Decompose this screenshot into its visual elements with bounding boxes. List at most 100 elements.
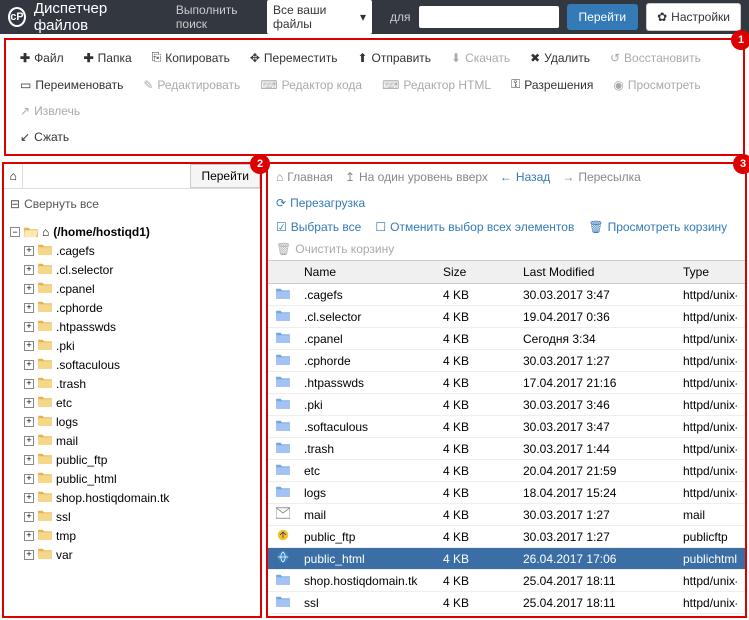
- expand-toggle-icon[interactable]: +: [24, 284, 34, 294]
- tree-node-label: shop.hostiqdomain.tk: [56, 491, 169, 505]
- select-all-button[interactable]: ☑Выбрать все: [276, 220, 361, 234]
- row-name: etc: [304, 464, 443, 478]
- table-row[interactable]: etc4 KB20.04.2017 21:59httpd/unix-: [268, 460, 745, 482]
- extract-button[interactable]: ↗Извлечь: [10, 98, 90, 124]
- search-scope-value: Все ваши файлы: [273, 3, 354, 31]
- nav-up[interactable]: ↥На один уровень вверх: [345, 170, 488, 184]
- tree-node[interactable]: +.trash: [24, 374, 254, 393]
- row-type: httpd/unix-: [683, 288, 737, 302]
- expand-toggle-icon[interactable]: +: [24, 512, 34, 522]
- edit-label: Редактировать: [157, 78, 240, 92]
- table-row[interactable]: .cagefs4 KB30.03.2017 3:47httpd/unix-: [268, 284, 745, 306]
- tree-node[interactable]: +.pki: [24, 336, 254, 355]
- html-editor-button[interactable]: ⌨Редактор HTML: [372, 71, 501, 98]
- move-button[interactable]: ✥Переместить: [240, 44, 348, 71]
- expand-toggle-icon[interactable]: +: [24, 417, 34, 427]
- path-go-button[interactable]: Перейти: [190, 164, 260, 188]
- expand-toggle-icon[interactable]: +: [24, 379, 34, 389]
- settings-button[interactable]: ✿ Настройки: [646, 3, 741, 31]
- search-scope-select[interactable]: Все ваши файлы ▾: [267, 0, 372, 34]
- table-row[interactable]: public_ftp4 KB30.03.2017 1:27publicftp: [268, 526, 745, 548]
- row-icon: [276, 485, 304, 500]
- edit-button[interactable]: ✎Редактировать: [133, 71, 250, 98]
- table-row[interactable]: .cpanel4 KBСегодня 3:34httpd/unix-: [268, 328, 745, 350]
- nav-reload[interactable]: ⟳Перезагрузка: [276, 196, 365, 210]
- tree-node[interactable]: +public_ftp: [24, 450, 254, 469]
- expand-toggle-icon[interactable]: +: [24, 436, 34, 446]
- col-type[interactable]: Type: [683, 265, 737, 279]
- table-row[interactable]: public_html4 KB26.04.2017 17:06publichtm…: [268, 548, 745, 570]
- table-row[interactable]: .cl.selector4 KB19.04.2017 0:36httpd/uni…: [268, 306, 745, 328]
- collapse-all-button[interactable]: ⊟ Свернуть все: [4, 189, 260, 219]
- expand-toggle-icon[interactable]: +: [24, 246, 34, 256]
- deselect-all-button[interactable]: ☐Отменить выбор всех элементов: [375, 220, 574, 234]
- expand-toggle-icon[interactable]: +: [24, 341, 34, 351]
- path-input[interactable]: [23, 164, 190, 188]
- restore-button[interactable]: ↺Восстановить: [600, 44, 711, 71]
- empty-trash-button[interactable]: 🗑Очистить корзину: [268, 238, 745, 260]
- table-row[interactable]: .htpasswds4 KB17.04.2017 21:16httpd/unix…: [268, 372, 745, 394]
- tree-node[interactable]: +.cl.selector: [24, 260, 254, 279]
- delete-button[interactable]: ✖Удалить: [520, 44, 600, 71]
- expand-toggle-icon[interactable]: +: [24, 493, 34, 503]
- table-row[interactable]: .trash4 KB30.03.2017 1:44httpd/unix-: [268, 438, 745, 460]
- table-row[interactable]: mail4 KB30.03.2017 1:27mail: [268, 504, 745, 526]
- nav-forward[interactable]: →Пересылка: [562, 170, 640, 184]
- folder-open-icon: [24, 226, 38, 238]
- table-row[interactable]: .pki4 KB30.03.2017 3:46httpd/unix-: [268, 394, 745, 416]
- expand-toggle-icon[interactable]: +: [24, 550, 34, 560]
- tree-node[interactable]: +.cpanel: [24, 279, 254, 298]
- tree-node[interactable]: +.softaculous: [24, 355, 254, 374]
- search-input[interactable]: [419, 6, 559, 28]
- expand-toggle-icon[interactable]: +: [24, 303, 34, 313]
- expand-toggle-icon[interactable]: +: [24, 322, 34, 332]
- tree-node[interactable]: +logs: [24, 412, 254, 431]
- nav-home[interactable]: ⌂Главная: [276, 170, 333, 184]
- tree-node[interactable]: +.htpasswds: [24, 317, 254, 336]
- view-label: Просмотреть: [628, 78, 701, 92]
- code-editor-button[interactable]: ⌨Редактор кода: [250, 71, 372, 98]
- compress-button[interactable]: ↙Сжать: [10, 124, 79, 150]
- tree-node[interactable]: +.cagefs: [24, 241, 254, 260]
- nav-back[interactable]: ←Назад: [500, 170, 550, 184]
- col-modified[interactable]: Last Modified: [523, 265, 683, 279]
- tree-node[interactable]: +ssl: [24, 507, 254, 526]
- code-icon: ⌨: [260, 78, 277, 92]
- tree-node[interactable]: +public_html: [24, 469, 254, 488]
- copy-button[interactable]: ⎘Копировать: [142, 44, 240, 71]
- search-go-button[interactable]: Перейти: [567, 4, 639, 30]
- permissions-button[interactable]: ⚿Разрешения: [501, 71, 603, 98]
- table-row[interactable]: .cphorde4 KB30.03.2017 1:27httpd/unix-: [268, 350, 745, 372]
- collapse-toggle-icon[interactable]: −: [10, 227, 20, 237]
- table-row[interactable]: shop.hostiqdomain.tk4 KB25.04.2017 18:11…: [268, 570, 745, 592]
- new-file-button[interactable]: ✚Файл: [10, 44, 74, 71]
- expand-toggle-icon[interactable]: +: [24, 455, 34, 465]
- table-row[interactable]: .softaculous4 KB30.03.2017 3:47httpd/uni…: [268, 416, 745, 438]
- expand-toggle-icon[interactable]: +: [24, 265, 34, 275]
- home-button[interactable]: ⌂: [4, 164, 23, 188]
- expand-toggle-icon[interactable]: +: [24, 531, 34, 541]
- new-folder-button[interactable]: ✚Папка: [74, 44, 142, 71]
- tree-node[interactable]: +mail: [24, 431, 254, 450]
- view-trash-button[interactable]: 🗑Просмотреть корзину: [588, 220, 727, 234]
- expand-toggle-icon[interactable]: +: [24, 360, 34, 370]
- tree-node[interactable]: +etc: [24, 393, 254, 412]
- col-name[interactable]: Name: [304, 265, 443, 279]
- tree-node[interactable]: +tmp: [24, 526, 254, 545]
- expand-toggle-icon[interactable]: +: [24, 398, 34, 408]
- tree-node[interactable]: +var: [24, 545, 254, 564]
- upload-button[interactable]: ⬆Отправить: [347, 44, 441, 71]
- table-row[interactable]: ssl4 KB25.04.2017 18:11httpd/unix-: [268, 592, 745, 614]
- table-row[interactable]: tmp4 KB26.04.2017 17:08httpd/unix-: [268, 614, 745, 616]
- row-name: ssl: [304, 596, 443, 610]
- view-button[interactable]: ◉Просмотреть: [603, 71, 710, 98]
- home-icon: ⌂: [42, 225, 49, 239]
- expand-toggle-icon[interactable]: +: [24, 474, 34, 484]
- download-button[interactable]: ⬇Скачать: [441, 44, 520, 71]
- tree-root[interactable]: − ⌂ (/home/hostiqd1): [10, 223, 254, 241]
- tree-node[interactable]: + shop.hostiqdomain.tk: [24, 488, 254, 507]
- table-row[interactable]: logs4 KB18.04.2017 15:24httpd/unix-: [268, 482, 745, 504]
- rename-button[interactable]: ▭Переименовать: [10, 71, 133, 98]
- tree-node[interactable]: +.cphorde: [24, 298, 254, 317]
- col-size[interactable]: Size: [443, 265, 523, 279]
